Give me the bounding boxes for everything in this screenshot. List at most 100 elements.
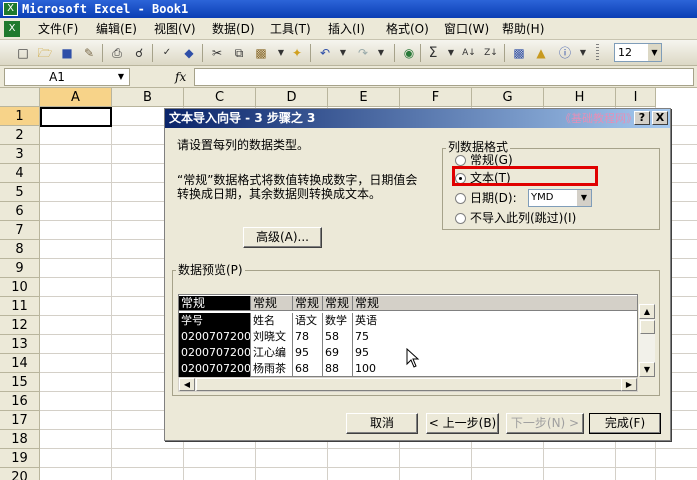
horizontal-scroll-thumb[interactable] [196, 378, 626, 391]
sort-ascending-icon[interactable]: A↓ [460, 44, 478, 62]
cancel-button[interactable]: 取消 [346, 413, 418, 434]
row-header-1[interactable]: 1 [0, 107, 40, 126]
menu-help[interactable]: 帮助(H) [502, 21, 544, 37]
row-header-5[interactable]: 5 [0, 183, 40, 202]
preview-cell: 02007072002 [179, 345, 251, 361]
paste-icon[interactable]: ▩ [252, 44, 270, 62]
preview-cell: 88 [323, 361, 353, 377]
row-header-2[interactable]: 2 [0, 126, 40, 145]
name-box[interactable]: A1 [4, 68, 130, 86]
research-icon[interactable]: ◆ [180, 44, 198, 62]
select-all-corner[interactable] [0, 88, 40, 107]
undo-dropdown-icon[interactable]: ▼ [334, 44, 352, 62]
advanced-button[interactable]: 高级(A)... [243, 227, 322, 248]
row-header-16[interactable]: 16 [0, 392, 40, 411]
save-icon[interactable]: ■ [58, 44, 76, 62]
row-header-13[interactable]: 13 [0, 335, 40, 354]
redo-dropdown-icon[interactable]: ▼ [372, 44, 390, 62]
row-header-8[interactable]: 8 [0, 240, 40, 259]
scroll-up-icon[interactable]: ▲ [639, 304, 655, 319]
column-header-i[interactable]: I [616, 88, 656, 107]
column-header-g[interactable]: G [472, 88, 544, 107]
back-button[interactable]: < 上一步(B) [426, 413, 499, 434]
sort-descending-icon[interactable]: Z↓ [482, 44, 500, 62]
insert-function-icon[interactable]: fx [175, 68, 186, 86]
finish-button[interactable]: 完成(F) [589, 413, 661, 434]
menu-view[interactable]: 视图(V) [154, 21, 196, 37]
row-header-4[interactable]: 4 [0, 164, 40, 183]
format-painter-icon[interactable]: ✦ [288, 44, 306, 62]
next-button[interactable]: 下一步(N) > [506, 413, 584, 434]
open-icon[interactable]: 🗁 [36, 44, 54, 62]
preview-col-header[interactable]: 常规 [251, 296, 293, 311]
row-header-19[interactable]: 19 [0, 449, 40, 468]
active-cell[interactable] [40, 107, 112, 127]
help-icon[interactable]: ⓘ [556, 44, 574, 62]
column-header-b[interactable]: B [112, 88, 184, 107]
autosum-icon[interactable]: Σ [424, 44, 442, 62]
hyperlink-icon[interactable]: ◉ [400, 44, 418, 62]
chart-wizard-icon[interactable]: ▩ [510, 44, 528, 62]
chevron-down-icon[interactable]: ▼ [114, 69, 128, 85]
row-header-3[interactable]: 3 [0, 145, 40, 164]
row-header-20[interactable]: 20 [0, 468, 40, 480]
preview-col-header[interactable]: 常规 [293, 296, 323, 311]
row-header-10[interactable]: 10 [0, 278, 40, 297]
column-header-f[interactable]: F [400, 88, 472, 107]
column-header-e[interactable]: E [328, 88, 400, 107]
menu-data[interactable]: 数据(D) [212, 21, 255, 37]
radio-general[interactable] [455, 155, 466, 166]
column-header-c[interactable]: C [184, 88, 256, 107]
scroll-down-icon[interactable]: ▼ [639, 362, 655, 377]
row-header-14[interactable]: 14 [0, 354, 40, 373]
permission-icon[interactable]: ✎ [80, 44, 98, 62]
menu-window[interactable]: 窗口(W) [444, 21, 489, 37]
menu-edit[interactable]: 编辑(E) [96, 21, 137, 37]
chevron-down-icon[interactable]: ▼ [648, 44, 661, 61]
close-button[interactable]: X [652, 111, 668, 125]
excel-icon[interactable]: X [3, 2, 18, 16]
menu-insert[interactable]: 插入(I) [328, 21, 365, 37]
column-header-a[interactable]: A [40, 88, 112, 107]
preview-cell: 江心编 [251, 345, 293, 361]
row-header-18[interactable]: 18 [0, 430, 40, 449]
radio-date[interactable] [455, 193, 466, 204]
menu-tools[interactable]: 工具(T) [270, 21, 311, 37]
chevron-down-icon[interactable]: ▼ [577, 190, 591, 206]
row-header-9[interactable]: 9 [0, 259, 40, 278]
preview-cell: 姓名 [251, 313, 293, 329]
spelling-icon[interactable]: ✓ [158, 44, 176, 62]
row-header-15[interactable]: 15 [0, 373, 40, 392]
row-header-17[interactable]: 17 [0, 411, 40, 430]
help-button[interactable]: ? [634, 111, 650, 125]
preview-col-header[interactable]: 常规 [323, 296, 353, 311]
row-header-12[interactable]: 12 [0, 316, 40, 335]
column-header-d[interactable]: D [256, 88, 328, 107]
menu-format[interactable]: 格式(O) [386, 21, 429, 37]
column-header-h[interactable]: H [544, 88, 616, 107]
preview-cell: 58 [323, 329, 353, 345]
new-icon[interactable]: □ [14, 44, 32, 62]
copy-icon[interactable]: ⧉ [230, 44, 248, 62]
cut-icon[interactable]: ✂ [208, 44, 226, 62]
row-header-11[interactable]: 11 [0, 297, 40, 316]
print-preview-icon[interactable]: ☌ [130, 44, 148, 62]
radio-date-label: 日期(D): [470, 191, 517, 205]
row-header-6[interactable]: 6 [0, 202, 40, 221]
vertical-scroll-thumb[interactable] [640, 320, 655, 334]
undo-icon[interactable]: ↶ [316, 44, 334, 62]
drawing-icon[interactable]: ▲ [532, 44, 550, 62]
scroll-left-icon[interactable]: ◀ [179, 378, 195, 391]
redo-icon[interactable]: ↷ [354, 44, 372, 62]
workbook-icon[interactable]: X [4, 21, 20, 37]
preview-col-header[interactable]: 常规 [179, 296, 251, 311]
print-icon[interactable]: ⎙ [108, 44, 126, 62]
row-header-7[interactable]: 7 [0, 221, 40, 240]
formula-input[interactable] [194, 68, 694, 86]
toolbar-options-icon[interactable]: ▼ [574, 44, 592, 62]
scroll-right-icon[interactable]: ▶ [621, 378, 637, 391]
radio-skip[interactable] [455, 213, 466, 224]
preview-col-header[interactable]: 常规 [353, 296, 637, 311]
menu-file[interactable]: 文件(F) [38, 21, 78, 37]
autosum-dropdown-icon[interactable]: ▼ [442, 44, 460, 62]
